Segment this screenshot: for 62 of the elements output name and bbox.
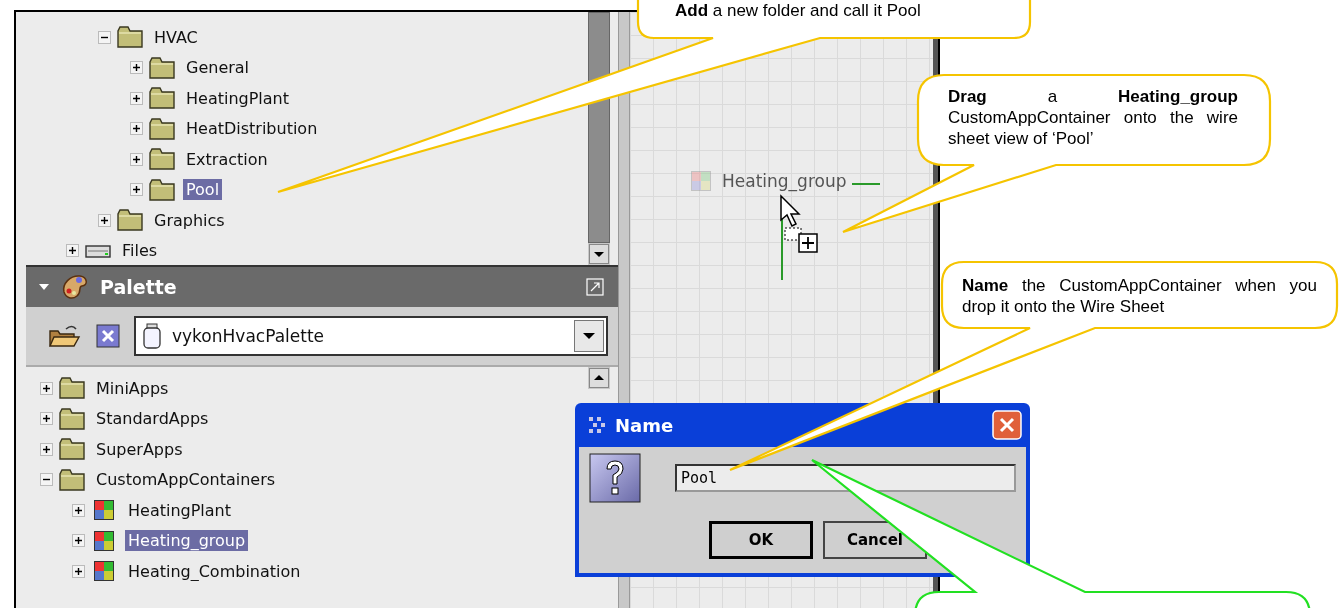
folder-icon xyxy=(117,209,143,232)
folder-icon xyxy=(59,438,85,461)
pop-out-icon[interactable] xyxy=(586,278,604,296)
collapse-icon[interactable] xyxy=(98,30,111,44)
scroll-down-icon[interactable] xyxy=(589,244,609,264)
open-folder-icon[interactable] xyxy=(48,323,82,349)
tree-item[interactable]: General xyxy=(183,57,253,79)
jar-icon xyxy=(142,323,162,349)
expand-icon[interactable] xyxy=(72,534,85,548)
tree-item[interactable]: CustomAppContainers xyxy=(93,469,279,491)
scrollbar[interactable] xyxy=(588,12,610,265)
folder-icon xyxy=(149,56,175,79)
drag-cursor-icon xyxy=(779,194,819,254)
puzzle-icon xyxy=(688,170,714,192)
expand-icon[interactable] xyxy=(40,412,53,426)
callout-text: Name the CustomAppContainer when you drop it onto the Wire Sheet xyxy=(962,275,1317,317)
tree-item[interactable]: StandardApps xyxy=(93,408,212,430)
paint-palette-icon xyxy=(60,272,90,302)
folder-icon xyxy=(149,178,175,201)
dragged-item-label: Heating_group xyxy=(722,171,847,191)
expand-icon[interactable] xyxy=(66,244,79,258)
close-icon[interactable] xyxy=(96,324,120,348)
expand-icon[interactable] xyxy=(98,213,111,227)
tree-item[interactable]: Graphics xyxy=(151,209,228,231)
folder-icon xyxy=(59,468,85,491)
collapse-icon[interactable] xyxy=(40,473,53,487)
tree-item[interactable]: Heating_Combination xyxy=(125,560,304,581)
name-input-field[interactable]: Pool xyxy=(675,464,1016,492)
folder-icon xyxy=(117,26,143,49)
callout-text: Drag a Heating_group CustomAppContainer onto the wire sheet view of ‘Pool’ xyxy=(948,86,1238,149)
puzzle-icon xyxy=(91,499,117,522)
folder-icon xyxy=(149,87,175,110)
tree-item[interactable]: HeatDistribution xyxy=(183,118,321,140)
expand-icon[interactable] xyxy=(72,564,85,578)
tree-item[interactable]: Extraction xyxy=(183,148,271,170)
dialog-button[interactable]: OK xyxy=(709,521,813,559)
puzzle-icon xyxy=(91,529,117,552)
tree-item[interactable]: HeatingPlant xyxy=(125,499,234,521)
palette-dropdown[interactable]: vykonHvacPalette xyxy=(134,316,608,356)
tree-item[interactable]: HeatingPlant xyxy=(183,87,292,109)
expand-icon[interactable] xyxy=(72,503,85,517)
folder-icon xyxy=(149,148,175,171)
tree-item[interactable]: SuperApps xyxy=(93,438,186,460)
expand-icon[interactable] xyxy=(40,442,53,456)
folder-icon xyxy=(59,407,85,430)
expand-icon[interactable] xyxy=(130,61,143,75)
scroll-up-icon[interactable] xyxy=(589,368,609,388)
expand-icon[interactable] xyxy=(40,381,53,395)
folder-icon xyxy=(149,117,175,140)
folder-icon xyxy=(59,377,85,400)
tree-item[interactable]: Pool xyxy=(183,179,223,201)
tree-item[interactable]: MiniApps xyxy=(93,377,172,399)
tree-item[interactable]: Heating_group xyxy=(125,530,249,552)
palette-title: Palette xyxy=(100,276,177,298)
expand-icon[interactable] xyxy=(130,122,143,136)
question-icon xyxy=(589,453,641,503)
expand-icon[interactable] xyxy=(130,183,143,197)
puzzle-icon xyxy=(91,560,117,581)
tree-item[interactable]: Files xyxy=(119,240,161,262)
expand-icon[interactable] xyxy=(130,152,143,166)
tree-item[interactable]: HVAC xyxy=(151,26,201,48)
expand-icon[interactable] xyxy=(130,91,143,105)
